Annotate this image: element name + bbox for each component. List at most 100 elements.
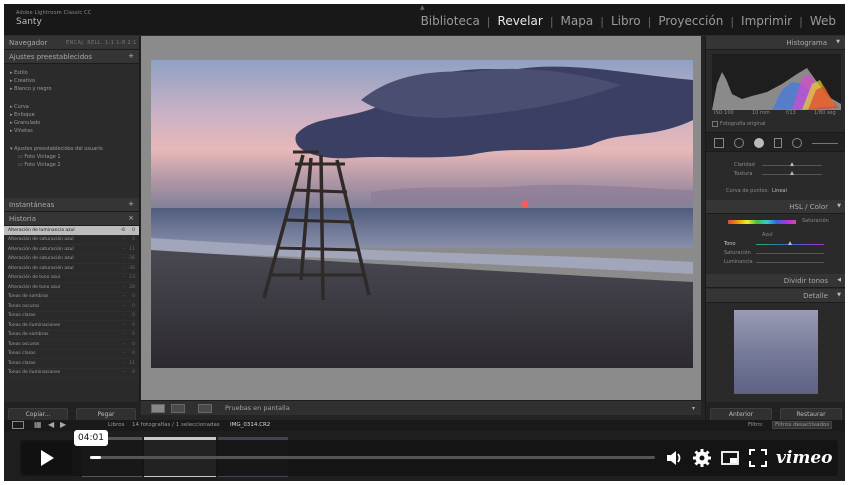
collapse-top-arrow-icon[interactable]: ▲ [420,4,425,11]
hsl-header[interactable]: HSL / Color ▼ [706,200,845,214]
preset-group[interactable]: ▸ Curva [4,103,139,111]
preset-group[interactable]: ▸ Creativo [4,77,139,85]
module-biblioteca[interactable]: Biblioteca [420,14,481,28]
history-row[interactable]: Alteración de luminancia azul -6 0 [4,226,139,236]
back-arrow-icon[interactable]: ◀ [48,420,54,429]
navigator-zoom-options[interactable]: ENCAJ. RELL. 1:1 1:8 2:1 [66,40,137,46]
original-photo-checkbox[interactable] [712,121,718,127]
history-row[interactable]: Alteración de saturación azul - -36 [4,255,139,264]
history-row[interactable]: Tonos de sombras - 0 [4,293,139,302]
spot-removal-icon[interactable] [734,138,744,148]
history-row[interactable]: Tonos oscuros - 0 [4,302,139,312]
history-row[interactable]: Alteración de tono azul -20 [4,283,139,293]
red-eye-icon[interactable] [754,138,764,148]
toolbar-menu-icon[interactable]: ▾ [692,405,695,412]
clear-history-icon[interactable]: × [128,214,134,222]
module-libro[interactable]: Libro [610,14,642,28]
compare-view-icon[interactable] [198,404,212,413]
history-row[interactable]: Tonos de iluminaciones - 0 [4,321,139,331]
history-row-prev: - [123,313,125,319]
forward-arrow-icon[interactable]: ▶ [60,420,66,429]
module-proyeccion[interactable]: Proyección [657,14,724,28]
paste-button[interactable]: Pegar [76,407,136,421]
history-row[interactable]: Tonos oscuros - 0 [4,340,139,350]
history-row[interactable]: Tonos claros - 0 [4,350,139,359]
preset-group[interactable]: ▸ Enfoque [4,111,139,119]
brush-slider[interactable] [812,143,838,144]
crop-tool-icon[interactable] [714,138,724,148]
collapse-arrow-icon[interactable]: ◀ [837,277,841,283]
source-label[interactable]: Libros [108,422,124,428]
histogram-header[interactable]: Histograma ▼ [706,36,845,50]
history-row-prev: - [123,237,125,243]
collapse-arrow-icon[interactable]: ▼ [836,39,840,45]
copy-button[interactable]: Copiar... [8,407,68,421]
soft-proof-label[interactable]: Pruebas en pantalla [225,404,290,412]
history-row-prev: - [123,265,125,271]
detail-preview-image[interactable] [734,310,818,394]
picture-in-picture-icon[interactable] [720,448,740,468]
history-row[interactable]: Tonos de sombras - 0 [4,331,139,340]
module-web[interactable]: Web [809,14,837,28]
collapse-arrow-icon[interactable]: ▼ [837,292,841,298]
module-revelar[interactable]: Revelar [497,14,544,28]
add-preset-icon[interactable]: + [128,52,134,60]
radial-filter-icon[interactable] [792,138,802,148]
grid-icon[interactable]: ▦ [34,420,42,429]
history-row-value: 0 [132,294,135,300]
progress-track[interactable] [90,456,655,459]
graduated-filter-icon[interactable] [774,138,782,148]
history-row[interactable]: Alteración de saturación azul - -36 [4,264,139,274]
user-preset-item[interactable]: ▭ Foto Vintage 2 [4,161,139,169]
photo-lifeguard-tower-beach[interactable] [151,60,693,368]
presets-header[interactable]: Ajustes preestablecidos + [4,50,139,64]
preset-group[interactable]: ▸ Estilo [4,69,139,77]
preset-group[interactable]: ▸ Granulado [4,119,139,127]
preset-group[interactable]: ▸ Blanco y negro [4,85,139,93]
history-row-name: Alteración de tono azul [8,284,61,290]
hsl-tono-knob[interactable] [788,241,792,245]
module-imprimir[interactable]: Imprimir [740,14,793,28]
loupe-view-icon[interactable] [151,404,165,413]
history-row-name: Tonos claros [8,313,36,319]
color-swatches[interactable] [728,220,796,224]
before-after-icon[interactable] [171,404,185,413]
history-header[interactable]: Historia × [4,212,139,226]
filter-select[interactable]: Filtros desactivados [772,421,833,429]
previous-button[interactable]: Anterior [710,407,772,421]
collapse-arrow-icon[interactable]: ▼ [837,203,841,209]
history-row[interactable]: Alteración de saturación azul -11 [4,245,139,255]
preset-group[interactable]: ▸ Viñetas [4,127,139,135]
history-row-value: 0 [132,237,135,243]
history-row[interactable]: Tonos claros - 0 [4,312,139,321]
hsl-saturation-mode[interactable]: Saturación [802,218,829,224]
hsl-saturacion-slider[interactable] [756,253,824,254]
second-window-icon[interactable] [12,421,24,429]
history-row[interactable]: Tonos de iluminaciones - 0 [4,369,139,378]
history-row-name: Tonos claros [8,360,36,366]
history-row[interactable]: Alteración de saturación azul - 0 [4,236,139,245]
user-preset-group[interactable]: ▾ Ajustes preestablecidos del usuario [4,145,139,153]
split-toning-header[interactable]: Dividir tonos ◀ [706,274,845,288]
user-preset-item[interactable]: ▭ Foto Vintage 1 [4,153,139,161]
reset-button[interactable]: Restaurar [780,407,842,421]
snapshots-header[interactable]: Instantáneas + [4,198,139,212]
curve-value[interactable]: Lineal [772,188,787,194]
volume-icon[interactable] [664,448,684,468]
navigator-header[interactable]: Navegador ENCAJ. RELL. 1:1 1:8 2:1 [4,36,139,50]
history-row[interactable]: Tonos claros -11 [4,359,139,369]
hsl-luminancia-slider[interactable] [756,262,824,263]
fullscreen-icon[interactable] [748,448,768,468]
detail-header[interactable]: Detalle ▼ [706,289,845,303]
textura-knob[interactable] [790,171,794,175]
history-row[interactable]: Alteración de tono azul -13 [4,274,139,283]
vimeo-logo[interactable]: vimeo [776,448,832,468]
module-mapa[interactable]: Mapa [560,14,595,28]
file-name[interactable]: IMG_0314.CR2 [230,422,270,428]
claridad-knob[interactable] [790,162,794,166]
add-snapshot-icon[interactable]: + [128,200,134,208]
history-row-name: Tonos oscuros [8,303,40,309]
play-button[interactable] [22,442,72,474]
settings-gear-icon[interactable] [692,448,712,468]
video-controls: vimeo [20,440,838,476]
